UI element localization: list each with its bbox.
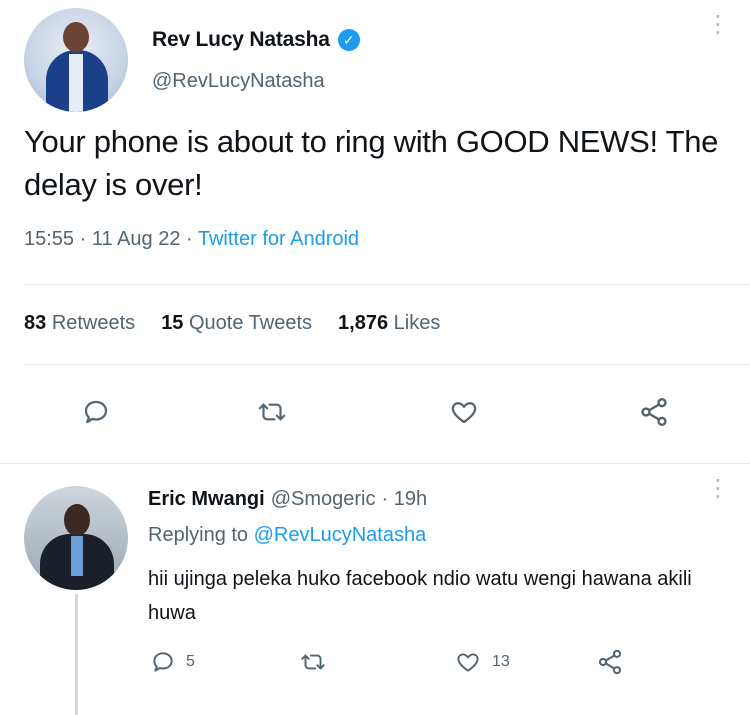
quotes-label: Quote Tweets — [189, 312, 313, 334]
reply-avatar[interactable] — [24, 486, 128, 590]
meta-separator: · — [74, 228, 92, 250]
verified-badge-icon: ✓ — [337, 29, 360, 51]
reply-display-name[interactable]: Eric Mwangi — [148, 488, 265, 511]
reply-handle[interactable]: @Smogeric — [271, 488, 376, 511]
tweet-text: Your phone is about to ring with GOOD NE… — [24, 124, 719, 202]
like-icon — [457, 653, 479, 672]
avatar[interactable] — [24, 8, 128, 112]
reply-time[interactable]: · 19h — [381, 488, 427, 511]
replying-prefix: Replying to — [148, 524, 249, 546]
avatar-figure-head — [64, 504, 90, 536]
like-button[interactable] — [444, 392, 484, 432]
avatar-figure-sash — [69, 54, 83, 112]
divider — [24, 284, 750, 285]
tweet-time[interactable]: 15:55 — [24, 228, 74, 250]
retweets-label: Retweets — [51, 312, 136, 334]
divider — [24, 364, 750, 365]
author-name-row: Rev Lucy Natasha ✓ — [152, 28, 360, 52]
more-options-icon[interactable]: ⋮ — [706, 477, 730, 501]
main-tweet[interactable]: Rev Lucy Natasha ✓ @RevLucyNatasha ⋮ You… — [0, 0, 750, 462]
replying-mention[interactable]: @RevLucyNatasha — [254, 524, 427, 546]
meta-separator: · — [180, 228, 198, 250]
tweet-date[interactable]: 11 Aug 22 — [92, 228, 181, 250]
retweets-count: 83 — [24, 312, 47, 334]
author-handle[interactable]: @RevLucyNatasha — [152, 70, 325, 93]
display-name[interactable]: Rev Lucy Natasha — [152, 28, 330, 52]
avatar-figure-head — [63, 22, 89, 52]
tweet-actions — [0, 392, 750, 432]
reply-text: hii ujinga peleka huko facebook ndio wat… — [148, 568, 692, 624]
share-icon — [641, 398, 667, 426]
reply-like-button[interactable]: 13 — [454, 647, 510, 677]
replying-to: Replying to @RevLucyNatasha — [148, 524, 426, 547]
tweet-source[interactable]: Twitter for Android — [198, 228, 359, 250]
quotes-count: 15 — [161, 312, 184, 334]
quote-tweets-stat[interactable]: 15 Quote Tweets — [161, 312, 312, 335]
reply-icon — [84, 400, 108, 424]
like-icon — [451, 402, 477, 424]
avatar-figure-shirt — [71, 536, 83, 576]
retweet-icon — [301, 654, 325, 670]
reply-actions: 5 13 — [0, 647, 750, 677]
reply-button[interactable] — [76, 392, 116, 432]
reply-retweet-button[interactable] — [298, 647, 328, 677]
reply-tweet[interactable]: Eric Mwangi @Smogeric · 19h ⋮ Replying t… — [0, 463, 750, 715]
share-button[interactable] — [634, 392, 674, 432]
retweet-button[interactable] — [252, 392, 292, 432]
likes-stat[interactable]: 1,876 Likes — [338, 312, 440, 335]
reply-share-button[interactable] — [596, 647, 624, 677]
like-count: 13 — [492, 653, 510, 670]
likes-label: Likes — [393, 312, 441, 334]
retweets-stat[interactable]: 83 Retweets — [24, 312, 135, 335]
retweet-icon — [258, 403, 286, 421]
share-icon — [598, 649, 622, 675]
likes-count: 1,876 — [338, 312, 389, 334]
more-options-icon[interactable]: ⋮ — [706, 13, 730, 37]
reply-header: Eric Mwangi @Smogeric · 19h — [148, 488, 427, 511]
tweet-meta: 15:55 · 11 Aug 22 · Twitter for Android — [24, 228, 359, 251]
tweet-stats: 83 Retweets 15 Quote Tweets 1,876 Likes — [24, 312, 440, 335]
reply-icon — [153, 652, 173, 672]
reply-count: 5 — [186, 653, 195, 670]
reply-reply-button[interactable]: 5 — [150, 647, 195, 677]
